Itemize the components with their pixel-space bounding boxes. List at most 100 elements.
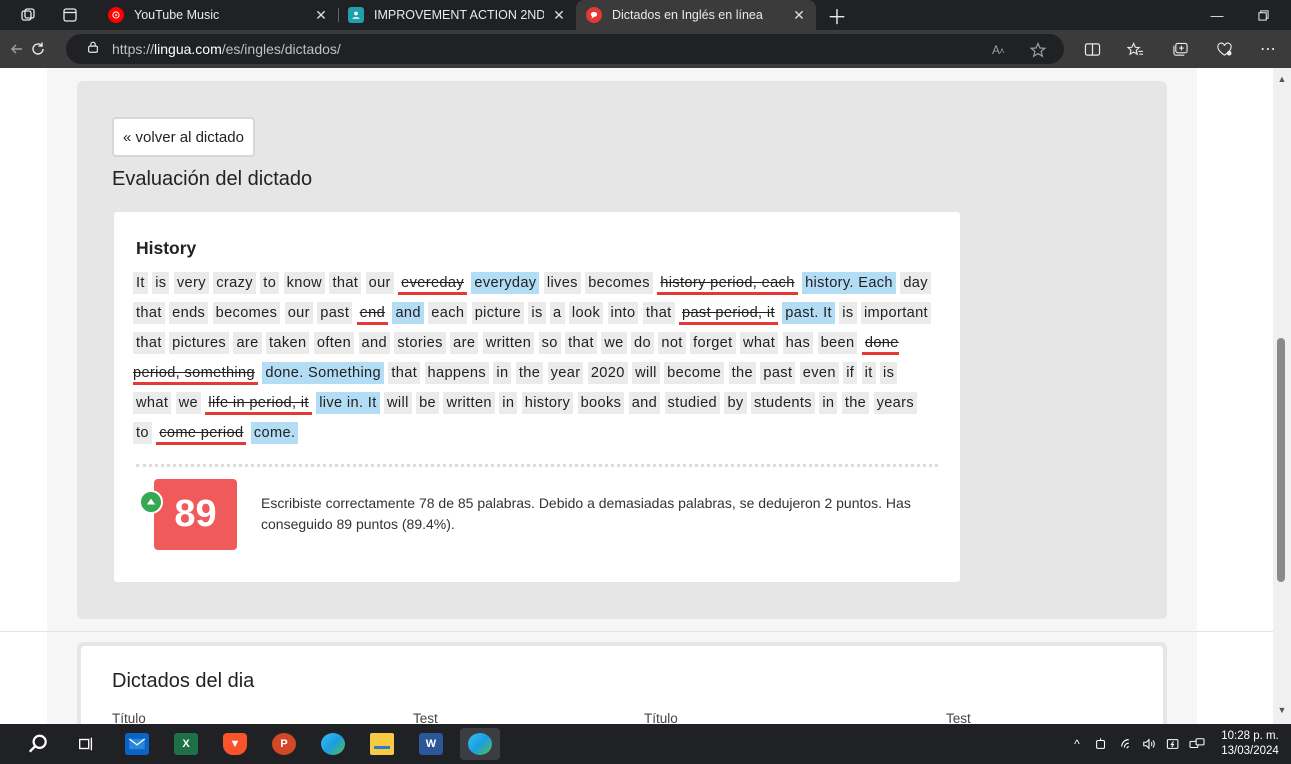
minimize-icon[interactable]: ―	[1194, 0, 1240, 30]
meet-now-icon[interactable]	[1092, 736, 1110, 752]
word: in	[819, 392, 838, 414]
tab-label: Dictados en Inglés en línea	[612, 8, 763, 22]
column-header-test: Test	[413, 711, 438, 724]
url-text[interactable]: https://lingua.com/es/ingles/dictados/	[112, 41, 341, 57]
search-icon[interactable]	[18, 728, 58, 760]
word: ends	[169, 302, 209, 324]
favorite-star-icon[interactable]	[1028, 41, 1048, 59]
edge-active-icon[interactable]	[460, 728, 500, 760]
word: books	[577, 392, 625, 414]
word: becomes	[212, 302, 281, 324]
collections-icon[interactable]	[1169, 39, 1191, 59]
read-aloud-icon[interactable]: Aʌ	[988, 41, 1008, 59]
close-icon[interactable]: ✕	[790, 7, 808, 24]
close-icon[interactable]: ✕	[312, 7, 330, 24]
system-clock[interactable]: 10:28 p. m. 13/03/2024	[1213, 729, 1287, 759]
more-menu-icon[interactable]: ⋯	[1257, 39, 1279, 59]
scroll-down-icon[interactable]: ▼	[1274, 703, 1290, 717]
network-icon[interactable]	[1188, 736, 1206, 752]
arrow-up-icon	[139, 490, 163, 514]
deleted-word: evereday	[398, 272, 468, 295]
mail-icon[interactable]	[117, 728, 157, 760]
workspaces-icon[interactable]	[13, 0, 43, 30]
tab-label: IMPROVEMENT ACTION 2ND PA	[374, 8, 544, 22]
word: each	[428, 302, 468, 324]
word: so	[538, 332, 561, 354]
word: we	[601, 332, 627, 354]
refresh-icon[interactable]	[26, 37, 50, 61]
web-page: « volver al dictado Evaluación del dicta…	[0, 68, 1273, 724]
deleted-word: come period	[156, 422, 247, 445]
scrollbar-thumb[interactable]	[1277, 338, 1285, 582]
word: lives	[543, 272, 581, 294]
back-to-dictation-button[interactable]: « volver al dictado	[112, 117, 255, 157]
chevron-up-icon[interactable]: ^	[1068, 736, 1086, 752]
word: in	[499, 392, 518, 414]
word: will	[632, 362, 660, 384]
word: written	[443, 392, 495, 414]
word: studied	[664, 392, 721, 414]
close-icon[interactable]: ✕	[550, 7, 568, 24]
wifi-icon[interactable]	[1118, 736, 1136, 752]
browser-essentials-icon[interactable]	[1213, 39, 1235, 59]
file-explorer-icon[interactable]	[362, 728, 402, 760]
word: stories	[394, 332, 446, 354]
brave-icon[interactable]: ▼	[215, 728, 255, 760]
address-toolbar: https://lingua.com/es/ingles/dictados/ A…	[0, 30, 1291, 68]
tab-actions-icon[interactable]	[55, 0, 85, 30]
edge-icon[interactable]	[313, 728, 353, 760]
powerpoint-icon[interactable]: P	[264, 728, 304, 760]
word: be	[416, 392, 440, 414]
word: past	[760, 362, 796, 384]
word: into	[607, 302, 639, 324]
word: and	[358, 332, 390, 354]
favorites-icon[interactable]	[1124, 39, 1146, 59]
word: very	[173, 272, 209, 294]
clock-time: 10:28 p. m.	[1221, 730, 1279, 742]
word: even	[799, 362, 839, 384]
tab-youtube-music[interactable]: YouTube Music ✕	[98, 0, 338, 30]
word: years	[873, 392, 917, 414]
word: our	[284, 302, 313, 324]
word: picture	[471, 302, 524, 324]
scroll-up-icon[interactable]: ▲	[1274, 72, 1290, 86]
corrected-word: everyday	[471, 272, 540, 294]
column-header-test: Test	[946, 711, 971, 724]
column-header-title: Título	[112, 711, 146, 724]
word: been	[817, 332, 858, 354]
column-header-title: Título	[644, 711, 678, 724]
word: crazy	[213, 272, 256, 294]
word: is	[528, 302, 546, 324]
word: becomes	[585, 272, 653, 294]
url-bar[interactable]: https://lingua.com/es/ingles/dictados/ A…	[66, 34, 1064, 64]
word: taken	[266, 332, 310, 354]
word-icon[interactable]: W	[411, 728, 451, 760]
tab-improvement-action[interactable]: IMPROVEMENT ACTION 2ND PA ✕	[338, 0, 576, 30]
battery-charging-icon[interactable]	[1164, 736, 1182, 752]
task-view-icon[interactable]	[66, 728, 106, 760]
browser-tab-bar: YouTube Music ✕ IMPROVEMENT ACTION 2ND P…	[0, 0, 1291, 30]
word: to	[133, 422, 152, 444]
word: that	[133, 302, 165, 324]
clock-date: 13/03/2024	[1221, 745, 1279, 757]
corrected-word: and	[392, 302, 424, 324]
word: that	[133, 332, 165, 354]
word: written	[482, 332, 535, 354]
word: by	[724, 392, 747, 414]
word: that	[329, 272, 362, 294]
lock-icon[interactable]	[86, 40, 102, 59]
split-screen-icon[interactable]	[1081, 39, 1103, 59]
restore-icon[interactable]	[1240, 0, 1286, 30]
word: past	[317, 302, 353, 324]
word: know	[283, 272, 326, 294]
excel-icon[interactable]: X	[166, 728, 206, 760]
word: is	[880, 362, 898, 384]
word: 2020	[587, 362, 628, 384]
tab-dictados[interactable]: Dictados en Inglés en línea ✕	[576, 0, 816, 30]
word: it	[861, 362, 876, 384]
word: are	[233, 332, 262, 354]
new-tab-plus-icon[interactable]: ＋	[825, 0, 849, 30]
corrected-word: past. It	[782, 302, 835, 324]
volume-icon[interactable]	[1140, 736, 1158, 752]
deleted-word: end	[356, 302, 389, 325]
